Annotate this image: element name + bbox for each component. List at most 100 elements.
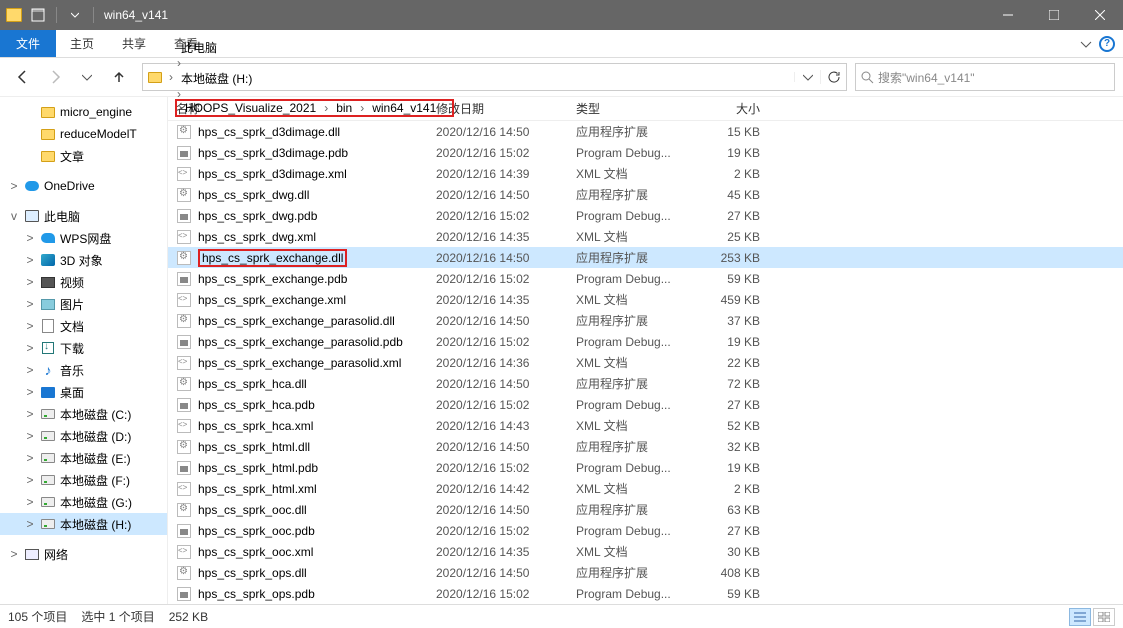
tree-item[interactable]: >图片 [0,293,167,315]
expand-icon[interactable]: > [24,451,36,465]
file-row[interactable]: hps_cs_sprk_hca.pdb2020/12/16 15:02Progr… [168,394,1123,415]
file-row[interactable]: hps_cs_sprk_html.xml2020/12/16 14:42XML … [168,478,1123,499]
file-row[interactable]: hps_cs_sprk_exchange.xml2020/12/16 14:35… [168,289,1123,310]
tree-item[interactable]: >下载 [0,337,167,359]
file-row[interactable]: hps_cs_sprk_exchange.dll2020/12/16 14:50… [168,247,1123,268]
tree-item[interactable]: >网络 [0,543,167,565]
expand-icon[interactable]: > [24,253,36,267]
tree-item[interactable]: >本地磁盘 (D:) [0,425,167,447]
file-name: hps_cs_sprk_hca.xml [198,419,313,433]
chevron-right-icon[interactable]: › [175,87,183,101]
file-rows[interactable]: hps_cs_sprk_d3dimage.dll2020/12/16 14:50… [168,121,1123,604]
chevron-right-icon[interactable]: › [322,101,330,115]
view-details-button[interactable] [1069,608,1091,626]
file-name: hps_cs_sprk_exchange_parasolid.pdb [198,335,403,349]
col-type[interactable]: 类型 [568,100,698,117]
tree-item[interactable]: 文章 [0,145,167,167]
file-row[interactable]: hps_cs_sprk_exchange_parasolid.dll2020/1… [168,310,1123,331]
expand-icon[interactable]: > [8,547,20,561]
address-bar[interactable]: › 此电脑›本地磁盘 (H:)›HOOPS_Visualize_2021›bin… [142,63,847,91]
expand-icon[interactable]: > [24,517,36,531]
maximize-button[interactable] [1031,0,1077,30]
expand-icon[interactable]: > [24,363,36,377]
chevron-down-icon[interactable] [1079,37,1093,51]
nav-up-button[interactable] [104,63,134,91]
tree-item[interactable]: >本地磁盘 (G:) [0,491,167,513]
col-size[interactable]: 大小 [698,100,768,117]
file-row[interactable]: hps_cs_sprk_dwg.pdb2020/12/16 15:02Progr… [168,205,1123,226]
search-input[interactable]: 搜索"win64_v141" [855,63,1115,91]
breadcrumb-item[interactable]: win64_v141 [366,101,442,115]
tree-item[interactable]: >本地磁盘 (E:) [0,447,167,469]
file-row[interactable]: hps_cs_sprk_hca.dll2020/12/16 14:50应用程序扩… [168,373,1123,394]
expand-icon[interactable]: > [24,429,36,443]
chevron-right-icon[interactable]: › [175,56,183,70]
expand-icon[interactable]: > [24,407,36,421]
tree-item[interactable]: reduceModelT [0,123,167,145]
breadcrumb-item[interactable]: bin [330,101,358,115]
expand-icon[interactable]: v [8,209,20,223]
expand-icon[interactable]: > [24,231,36,245]
expand-icon[interactable]: > [24,341,36,355]
file-row[interactable]: hps_cs_sprk_hca.xml2020/12/16 14:43XML 文… [168,415,1123,436]
tab-file[interactable]: 文件 [0,30,56,57]
tree-item[interactable]: >桌面 [0,381,167,403]
chevron-right-icon[interactable]: › [442,101,450,115]
chevron-right-icon[interactable]: › [358,101,366,115]
tree-item[interactable]: >文档 [0,315,167,337]
status-size: 252 KB [169,610,208,624]
tree-item[interactable]: >本地磁盘 (F:) [0,469,167,491]
file-row[interactable]: hps_cs_sprk_ooc.xml2020/12/16 14:35XML 文… [168,541,1123,562]
tree-item[interactable]: >3D 对象 [0,249,167,271]
file-row[interactable]: hps_cs_sprk_d3dimage.dll2020/12/16 14:50… [168,121,1123,142]
expand-icon[interactable]: > [24,495,36,509]
minimize-button[interactable] [985,0,1031,30]
file-row[interactable]: hps_cs_sprk_exchange_parasolid.xml2020/1… [168,352,1123,373]
address-folder-icon[interactable] [143,72,167,83]
file-row[interactable]: hps_cs_sprk_d3dimage.xml2020/12/16 14:39… [168,163,1123,184]
nav-forward-button[interactable] [40,63,70,91]
file-row[interactable]: hps_cs_sprk_ops.pdb2020/12/16 15:02Progr… [168,583,1123,604]
chevron-right-icon[interactable]: › [167,70,175,84]
expand-icon[interactable]: > [24,319,36,333]
tree-item[interactable]: >♪音乐 [0,359,167,381]
file-row[interactable]: hps_cs_sprk_d3dimage.pdb2020/12/16 15:02… [168,142,1123,163]
file-row[interactable]: hps_cs_sprk_exchange.pdb2020/12/16 15:02… [168,268,1123,289]
file-row[interactable]: hps_cs_sprk_dwg.xml2020/12/16 14:35XML 文… [168,226,1123,247]
nav-back-button[interactable] [8,63,38,91]
tree-item[interactable]: >本地磁盘 (H:) [0,513,167,535]
properties-icon[interactable] [28,5,48,25]
expand-icon[interactable]: > [24,297,36,311]
tree-item[interactable]: v此电脑 [0,205,167,227]
tree-item[interactable]: micro_engine [0,101,167,123]
help-icon[interactable]: ? [1099,36,1115,52]
breadcrumb-item[interactable]: 本地磁盘 (H:) [175,70,454,87]
file-row[interactable]: hps_cs_sprk_ooc.dll2020/12/16 14:50应用程序扩… [168,499,1123,520]
address-dropdown-button[interactable] [794,72,820,82]
close-button[interactable] [1077,0,1123,30]
file-row[interactable]: hps_cs_sprk_ops.dll2020/12/16 14:50应用程序扩… [168,562,1123,583]
tree-item[interactable]: >本地磁盘 (C:) [0,403,167,425]
file-row[interactable]: hps_cs_sprk_html.pdb2020/12/16 15:02Prog… [168,457,1123,478]
tab-home[interactable]: 主页 [56,30,108,57]
breadcrumb-item[interactable]: HOOPS_Visualize_2021 [179,101,322,115]
nav-history-dropdown[interactable] [72,63,102,91]
tree-item[interactable]: >OneDrive [0,175,167,197]
file-row[interactable]: hps_cs_sprk_exchange_parasolid.pdb2020/1… [168,331,1123,352]
expand-icon[interactable]: > [24,473,36,487]
breadcrumb-item[interactable]: 此电脑 [175,39,454,56]
qat-dropdown-icon[interactable] [65,5,85,25]
tree-item[interactable]: >WPS网盘 [0,227,167,249]
tab-share[interactable]: 共享 [108,30,160,57]
nav-tree[interactable]: micro_enginereduceModelT文章>OneDrivev此电脑>… [0,97,168,604]
file-row[interactable]: hps_cs_sprk_ooc.pdb2020/12/16 15:02Progr… [168,520,1123,541]
view-icons-button[interactable] [1093,608,1115,626]
expand-icon[interactable]: > [8,179,20,193]
expand-icon[interactable]: > [24,385,36,399]
tree-item[interactable]: >视频 [0,271,167,293]
expand-icon[interactable]: > [24,275,36,289]
file-row[interactable]: hps_cs_sprk_dwg.dll2020/12/16 14:50应用程序扩… [168,184,1123,205]
refresh-button[interactable] [820,70,846,84]
file-row[interactable]: hps_cs_sprk_html.dll2020/12/16 14:50应用程序… [168,436,1123,457]
folder-icon[interactable] [4,5,24,25]
